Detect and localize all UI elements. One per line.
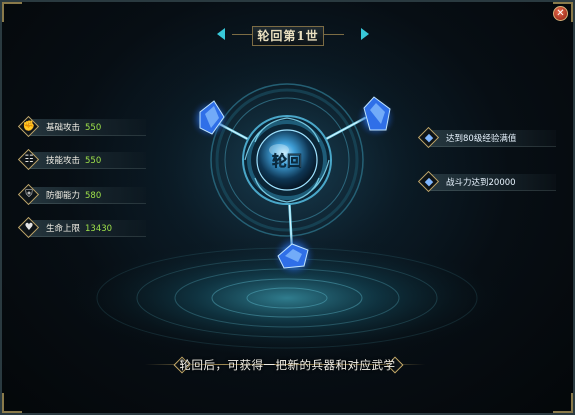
requirement-power: ◆ 战斗力达到20000 xyxy=(417,170,556,194)
stat-label: 技能攻击 xyxy=(46,156,81,166)
stat-text: 技能攻击 550 xyxy=(46,154,101,166)
crystal-bottom xyxy=(272,234,316,278)
stat-label: 基础攻击 xyxy=(46,123,81,133)
prev-arrow-button[interactable] xyxy=(217,28,225,40)
stat-row-skill-attack: ☷ 技能攻击 550 xyxy=(17,148,146,172)
stat-row-max-hp: ♥ 生命上限 13430 xyxy=(17,216,146,240)
stat-value: 550 xyxy=(85,156,102,166)
requirement-level: ◆ 达到80级经验满值 xyxy=(417,126,556,150)
blue-gem-icon: ◆ xyxy=(417,170,440,193)
stat-text: 基础攻击 550 xyxy=(46,121,101,133)
reincarnation-panel: ✕ 轮回 轮回第1世 ✊ 基础攻击 550 ☷ 技能攻击 550 ⛨ 防御能力 … xyxy=(0,0,575,415)
stat-label: 生命上限 xyxy=(46,224,81,234)
stat-text: 防御能力 580 xyxy=(46,189,101,201)
stat-row-defense: ⛨ 防御能力 580 xyxy=(17,183,146,207)
heart-icon: ♥ xyxy=(17,216,40,239)
stat-row-base-attack: ✊ 基础攻击 550 xyxy=(17,115,146,139)
stat-value: 550 xyxy=(85,123,102,133)
stat-value: 580 xyxy=(85,191,102,201)
shield-icon: ⛨ xyxy=(17,183,40,206)
title-deco-left xyxy=(232,34,252,35)
next-arrow-button[interactable] xyxy=(361,28,369,40)
stat-value: 13430 xyxy=(85,224,113,234)
reincarnation-emblem: 轮回 xyxy=(57,30,517,360)
title-deco-right xyxy=(324,34,344,35)
fist-icon: ✊ xyxy=(17,115,40,138)
requirement-text: 达到80级经验满值 xyxy=(446,134,517,144)
reincarnation-reward-text: 轮回后，可获得一把新的兵器和对应武学 xyxy=(179,358,396,372)
emblem-label: 轮回 xyxy=(272,152,302,170)
crystal-left xyxy=(190,99,230,139)
stat-text: 生命上限 13430 xyxy=(46,222,112,234)
stat-label: 防御能力 xyxy=(46,191,81,201)
blue-gem-icon: ◆ xyxy=(417,126,440,149)
page-title: 轮回第1世 xyxy=(252,26,324,46)
scroll-icon: ☷ xyxy=(17,148,40,171)
requirement-text: 战斗力达到20000 xyxy=(446,178,516,188)
